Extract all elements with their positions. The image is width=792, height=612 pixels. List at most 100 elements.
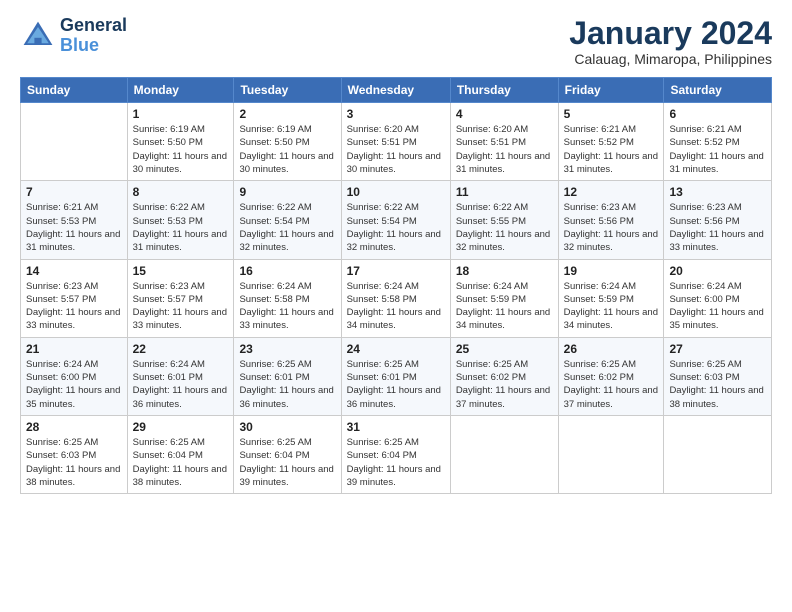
day-cell: 13Sunrise: 6:23 AMSunset: 5:56 PMDayligh… (664, 181, 772, 259)
day-number: 22 (133, 342, 229, 356)
logo-line2: Blue (60, 35, 99, 55)
logo-line1: General (60, 16, 127, 36)
day-number: 26 (564, 342, 659, 356)
col-saturday: Saturday (664, 78, 772, 103)
day-cell: 1 Sunrise: 6:19 AMSunset: 5:50 PMDaylight… (127, 103, 234, 181)
day-number: 18 (456, 264, 553, 278)
day-number: 9 (239, 185, 335, 199)
day-number: 23 (239, 342, 335, 356)
calendar-table: Sunday Monday Tuesday Wednesday Thursday… (20, 77, 772, 494)
day-info: Sunrise: 6:24 AMSunset: 6:01 PMDaylight:… (133, 358, 229, 411)
header-row: Sunday Monday Tuesday Wednesday Thursday… (21, 78, 772, 103)
day-cell: 3Sunrise: 6:20 AMSunset: 5:51 PMDaylight… (341, 103, 450, 181)
day-info: Sunrise: 6:24 AMSunset: 5:59 PMDaylight:… (456, 280, 553, 333)
day-cell: 5Sunrise: 6:21 AMSunset: 5:52 PMDaylight… (558, 103, 664, 181)
logo-text: General Blue (60, 16, 127, 56)
day-cell: 22 Sunrise: 6:24 AMSunset: 6:01 PMDayligh… (127, 337, 234, 415)
day-info: Sunrise: 6:25 AMSunset: 6:03 PMDaylight:… (669, 358, 766, 411)
day-info: Sunrise: 6:19 AMSunset: 5:50 PMDaylight:… (239, 123, 335, 176)
day-number: 24 (347, 342, 445, 356)
day-cell: 16Sunrise: 6:24 AMSunset: 5:58 PMDayligh… (234, 259, 341, 337)
day-number: 6 (669, 107, 766, 121)
day-cell: 28Sunrise: 6:25 AMSunset: 6:03 PMDayligh… (21, 415, 128, 493)
col-friday: Friday (558, 78, 664, 103)
calendar-body: 1 Sunrise: 6:19 AMSunset: 5:50 PMDaylight… (21, 103, 772, 494)
day-cell: 14 Sunrise: 6:23 AMSunset: 5:57 PMDayligh… (21, 259, 128, 337)
day-cell: 17 Sunrise: 6:24 AMSunset: 5:58 PMDayligh… (341, 259, 450, 337)
day-number: 4 (456, 107, 553, 121)
day-info: Sunrise: 6:21 AMSunset: 5:53 PMDaylight:… (26, 201, 122, 254)
col-sunday: Sunday (21, 78, 128, 103)
day-info: Sunrise: 6:25 AMSunset: 6:02 PMDaylight:… (564, 358, 659, 411)
day-number: 17 (347, 264, 445, 278)
day-cell (664, 415, 772, 493)
day-info: Sunrise: 6:25 AMSunset: 6:02 PMDaylight:… (456, 358, 553, 411)
day-info: Sunrise: 6:19 AMSunset: 5:50 PMDaylight:… (133, 123, 229, 176)
day-cell: 2Sunrise: 6:19 AMSunset: 5:50 PMDaylight… (234, 103, 341, 181)
day-cell: 31 Sunrise: 6:25 AMSunset: 6:04 PMDayligh… (341, 415, 450, 493)
day-cell: 4Sunrise: 6:20 AMSunset: 5:51 PMDaylight… (450, 103, 558, 181)
day-cell: 9Sunrise: 6:22 AMSunset: 5:54 PMDaylight… (234, 181, 341, 259)
logo-icon (20, 18, 56, 54)
day-number: 10 (347, 185, 445, 199)
day-cell (21, 103, 128, 181)
week-row-3: 21 Sunrise: 6:24 AMSunset: 6:00 PMDayligh… (21, 337, 772, 415)
day-number: 16 (239, 264, 335, 278)
day-info: Sunrise: 6:25 AMSunset: 6:03 PMDaylight:… (26, 436, 122, 489)
day-cell (450, 415, 558, 493)
day-cell: 11 Sunrise: 6:22 AMSunset: 5:55 PMDayligh… (450, 181, 558, 259)
day-number: 12 (564, 185, 659, 199)
day-info: Sunrise: 6:23 AMSunset: 5:56 PMDaylight:… (669, 201, 766, 254)
day-info: Sunrise: 6:21 AMSunset: 5:52 PMDaylight:… (669, 123, 766, 176)
day-cell: 25 Sunrise: 6:25 AMSunset: 6:02 PMDayligh… (450, 337, 558, 415)
day-info: Sunrise: 6:25 AMSunset: 6:04 PMDaylight:… (347, 436, 445, 489)
day-info: Sunrise: 6:25 AMSunset: 6:01 PMDaylight:… (347, 358, 445, 411)
day-cell: 8Sunrise: 6:22 AMSunset: 5:53 PMDaylight… (127, 181, 234, 259)
day-info: Sunrise: 6:24 AMSunset: 6:00 PMDaylight:… (669, 280, 766, 333)
day-info: Sunrise: 6:23 AMSunset: 5:56 PMDaylight:… (564, 201, 659, 254)
week-row-0: 1 Sunrise: 6:19 AMSunset: 5:50 PMDaylight… (21, 103, 772, 181)
day-number: 31 (347, 420, 445, 434)
day-number: 21 (26, 342, 122, 356)
day-cell: 6 Sunrise: 6:21 AMSunset: 5:52 PMDaylight… (664, 103, 772, 181)
day-info: Sunrise: 6:24 AMSunset: 6:00 PMDaylight:… (26, 358, 122, 411)
day-info: Sunrise: 6:24 AMSunset: 5:58 PMDaylight:… (347, 280, 445, 333)
day-cell: 23Sunrise: 6:25 AMSunset: 6:01 PMDayligh… (234, 337, 341, 415)
day-info: Sunrise: 6:24 AMSunset: 5:59 PMDaylight:… (564, 280, 659, 333)
day-cell: 30Sunrise: 6:25 AMSunset: 6:04 PMDayligh… (234, 415, 341, 493)
day-number: 11 (456, 185, 553, 199)
day-cell: 19 Sunrise: 6:24 AMSunset: 5:59 PMDayligh… (558, 259, 664, 337)
day-cell: 15 Sunrise: 6:23 AMSunset: 5:57 PMDayligh… (127, 259, 234, 337)
day-cell: 24 Sunrise: 6:25 AMSunset: 6:01 PMDayligh… (341, 337, 450, 415)
day-cell: 21 Sunrise: 6:24 AMSunset: 6:00 PMDayligh… (21, 337, 128, 415)
logo: General Blue (20, 16, 127, 56)
day-info: Sunrise: 6:22 AMSunset: 5:54 PMDaylight:… (347, 201, 445, 254)
day-number: 29 (133, 420, 229, 434)
col-tuesday: Tuesday (234, 78, 341, 103)
day-cell: 27 Sunrise: 6:25 AMSunset: 6:03 PMDayligh… (664, 337, 772, 415)
day-number: 1 (133, 107, 229, 121)
month-title: January 2024 (569, 16, 772, 51)
page: General Blue January 2024 Calauag, Mimar… (0, 0, 792, 612)
week-row-1: 7 Sunrise: 6:21 AMSunset: 5:53 PMDaylight… (21, 181, 772, 259)
day-number: 15 (133, 264, 229, 278)
day-number: 8 (133, 185, 229, 199)
day-info: Sunrise: 6:23 AMSunset: 5:57 PMDaylight:… (26, 280, 122, 333)
day-cell: 7 Sunrise: 6:21 AMSunset: 5:53 PMDaylight… (21, 181, 128, 259)
day-number: 7 (26, 185, 122, 199)
week-row-4: 28Sunrise: 6:25 AMSunset: 6:03 PMDayligh… (21, 415, 772, 493)
day-cell: 29Sunrise: 6:25 AMSunset: 6:04 PMDayligh… (127, 415, 234, 493)
day-number: 20 (669, 264, 766, 278)
calendar-header: Sunday Monday Tuesday Wednesday Thursday… (21, 78, 772, 103)
col-thursday: Thursday (450, 78, 558, 103)
day-number: 3 (347, 107, 445, 121)
day-info: Sunrise: 6:22 AMSunset: 5:55 PMDaylight:… (456, 201, 553, 254)
day-info: Sunrise: 6:23 AMSunset: 5:57 PMDaylight:… (133, 280, 229, 333)
day-number: 14 (26, 264, 122, 278)
day-number: 27 (669, 342, 766, 356)
day-number: 25 (456, 342, 553, 356)
day-number: 19 (564, 264, 659, 278)
day-cell (558, 415, 664, 493)
header: General Blue January 2024 Calauag, Mimar… (20, 16, 772, 67)
day-info: Sunrise: 6:25 AMSunset: 6:04 PMDaylight:… (239, 436, 335, 489)
